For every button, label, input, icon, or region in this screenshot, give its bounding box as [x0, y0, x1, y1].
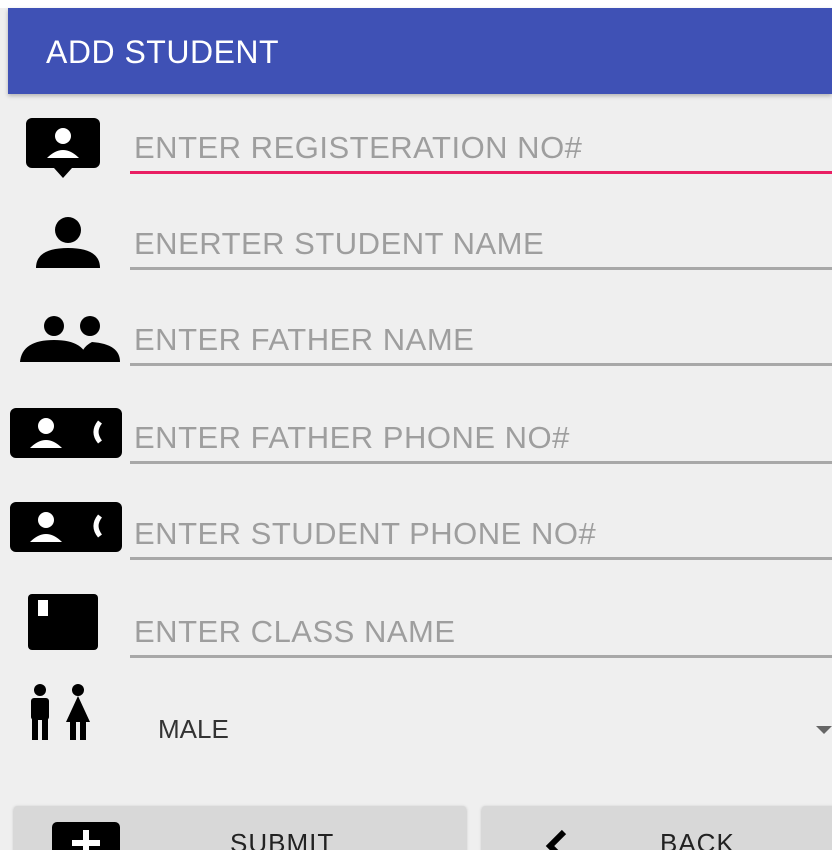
- dropdown-arrow-icon: [816, 726, 832, 734]
- student-name-input[interactable]: [130, 220, 832, 270]
- add-student-screen: ADD STUDENT ENTER REGISTERATION NO# ENER…: [0, 0, 832, 850]
- back-label: BACK: [660, 828, 735, 850]
- submit-label: SUBMIT: [230, 828, 335, 850]
- wc-icon: [22, 682, 132, 762]
- gender-selected-value: MALE: [158, 714, 229, 744]
- class-name-input[interactable]: [130, 608, 832, 658]
- father-phone-input[interactable]: [130, 414, 832, 464]
- chevron-left-icon: [542, 828, 572, 850]
- registration-number-input[interactable]: [130, 124, 832, 174]
- contact-phone-icon: [8, 404, 122, 484]
- submit-button[interactable]: SUBMIT: [14, 806, 466, 850]
- people-icon: [6, 312, 120, 392]
- gender-spinner[interactable]: MALE: [130, 700, 832, 760]
- add-box-icon: [50, 818, 122, 850]
- father-name-input[interactable]: [130, 316, 832, 366]
- back-button[interactable]: BACK: [482, 806, 832, 850]
- app-title: ADD STUDENT: [46, 34, 280, 70]
- app-bar: ADD STUDENT: [8, 8, 832, 94]
- contact-phone-icon: [8, 498, 122, 578]
- person-icon: [18, 212, 128, 292]
- contact-badge-icon: [18, 112, 128, 192]
- student-phone-input[interactable]: [130, 510, 832, 560]
- class-book-icon: [24, 592, 134, 672]
- status-strip: [0, 0, 832, 8]
